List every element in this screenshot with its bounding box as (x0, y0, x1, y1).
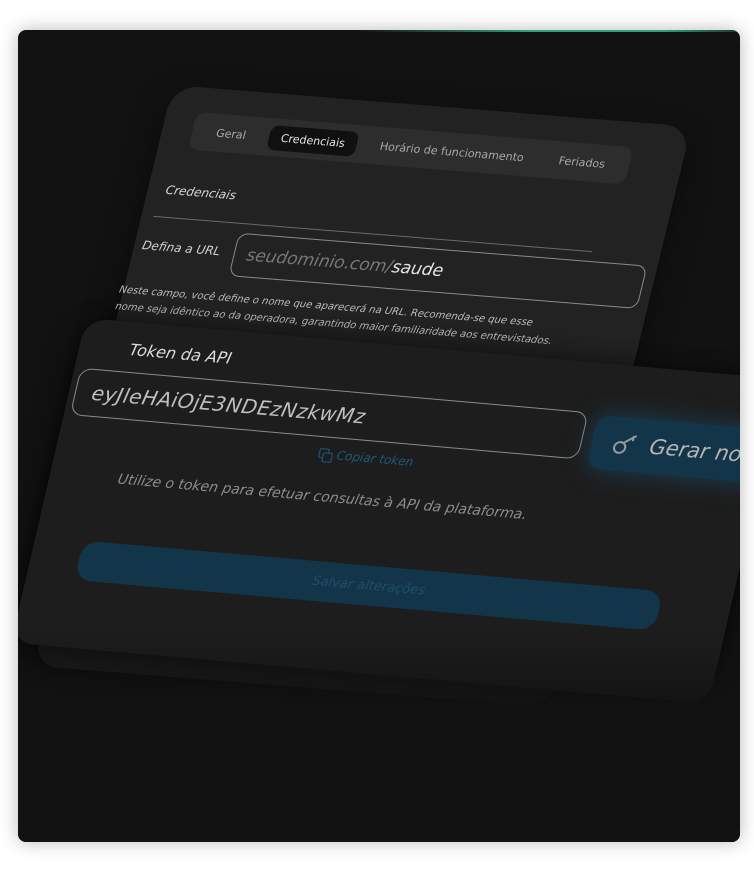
token-input[interactable]: eyJleHAiOjE3NDEzNzkwMz (69, 367, 589, 460)
url-base-text: seudominio.com/ (244, 245, 395, 277)
save-changes-button[interactable]: Salvar alterações (74, 540, 664, 631)
key-icon (611, 435, 640, 455)
token-hint: Utilize o token para efetuar consultas à… (116, 471, 529, 524)
copy-token-label: Copiar token (335, 448, 415, 469)
app-frame: Geral Credenciais Horário de funcionamen… (18, 30, 740, 842)
section-title: Credenciais (164, 182, 238, 203)
perspective-stage: Geral Credenciais Horário de funcionamen… (18, 30, 740, 842)
tab-credenciais[interactable]: Credenciais (266, 124, 360, 157)
token-label: Token da API (127, 340, 234, 368)
copy-token-link[interactable]: Copiar token (317, 447, 415, 469)
url-path-value: saude (389, 257, 446, 282)
copy-icon (318, 448, 333, 461)
tab-feriados[interactable]: Feriados (544, 147, 620, 177)
tab-geral[interactable]: Geral (201, 119, 260, 148)
url-label: Defina a URL (140, 238, 222, 259)
tab-horario[interactable]: Horário de funcionamento (365, 133, 539, 171)
generate-token-button[interactable]: Gerar novo (585, 415, 740, 487)
generate-token-label: Gerar novo (647, 434, 740, 469)
settings-tabs: Geral Credenciais Horário de funcionamen… (187, 112, 634, 185)
api-token-card: Token da API eyJleHAiOjE3NDEzNzkwMz Copi… (18, 318, 740, 704)
